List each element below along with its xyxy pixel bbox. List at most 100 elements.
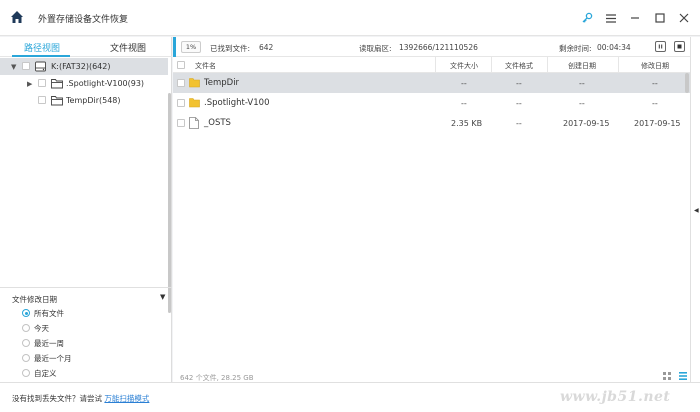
filter-option-month[interactable]: 最近一个月: [22, 352, 72, 364]
tree-checkbox[interactable]: [38, 79, 46, 87]
radio-label: 所有文件: [34, 308, 64, 318]
watermark: www.jb51.net: [560, 389, 671, 405]
radio-button[interactable]: [22, 339, 30, 347]
radio-button[interactable]: [22, 354, 30, 362]
table-scrollbar[interactable]: [685, 73, 689, 93]
table-row[interactable]: .Spotlight-V100 -- -- -- --: [173, 93, 690, 113]
remaining-label: 剩余时间:: [559, 44, 592, 53]
file-name: .Spotlight-V100: [204, 98, 270, 108]
grid-view-icon[interactable]: [663, 372, 671, 380]
table-row[interactable]: TempDir -- -- -- --: [173, 73, 690, 93]
row-checkbox[interactable]: [177, 99, 185, 107]
tab-path-view[interactable]: 路径视图: [24, 41, 60, 54]
remaining-value: 00:04:34: [597, 43, 631, 52]
modified-date: --: [652, 99, 658, 108]
close-icon: [679, 13, 689, 23]
tree-item-label: K:(FAT32)(642): [51, 62, 111, 71]
expand-arrow-icon[interactable]: ▶: [27, 80, 32, 88]
found-value: 642: [259, 43, 274, 52]
maximize-icon: [655, 13, 665, 23]
file-size: 2.35 KB: [451, 119, 483, 128]
pause-icon: [658, 44, 663, 49]
universal-scan-link[interactable]: 万能扫描模式: [104, 394, 149, 403]
minimize-icon: [631, 17, 639, 19]
found-label: 已找到文件:: [210, 44, 251, 53]
filter-option-all[interactable]: 所有文件: [22, 307, 64, 319]
chevron-down-icon[interactable]: ▼: [160, 293, 165, 301]
column-separator: [547, 57, 548, 73]
select-all-checkbox[interactable]: [177, 61, 185, 69]
left-scrollbar[interactable]: [168, 93, 171, 313]
pause-button[interactable]: [655, 41, 666, 52]
key-button[interactable]: [578, 9, 596, 27]
file-name: TempDir: [204, 78, 240, 88]
file-format: --: [516, 79, 522, 88]
progress-percent: 1%: [181, 41, 201, 53]
status-accent: [173, 37, 176, 57]
column-header-size[interactable]: 文件大小: [450, 61, 478, 71]
stop-button[interactable]: [674, 41, 685, 52]
hint-prefix: 没有找到丢失文件？请尝试: [12, 394, 102, 403]
tree-item-drive[interactable]: ▼ K:(FAT32)(642): [0, 58, 168, 75]
filter-title: 文件修改日期: [12, 295, 57, 304]
expand-left-icon[interactable]: ◀: [694, 207, 699, 214]
filter-option-custom[interactable]: 自定义: [22, 367, 57, 379]
table-header: 文件名 文件大小 文件格式 创建日期 修改日期: [173, 57, 690, 73]
column-separator: [491, 57, 492, 73]
sector-value: 1392666/121110526: [399, 43, 478, 52]
row-checkbox[interactable]: [177, 79, 185, 87]
app-title: 外置存储设备文件恢复: [38, 15, 129, 25]
modified-date: 2017-09-15: [634, 119, 681, 128]
tree-item-label: .Spotlight-V100(93): [66, 79, 145, 88]
radio-button[interactable]: [22, 324, 30, 332]
title-bar: 外置存储设备文件恢复: [0, 0, 700, 36]
main-panel: 1% 已找到文件: 642 读取扇区: 1392666/121110526 剩余…: [173, 37, 690, 382]
file-icon: [189, 117, 199, 129]
radio-label: 最近一个月: [34, 353, 72, 363]
file-name: _OSTS: [204, 118, 231, 128]
tab-file-view[interactable]: 文件视图: [110, 41, 146, 54]
row-checkbox[interactable]: [177, 119, 185, 127]
stop-icon: [677, 44, 682, 49]
menu-button[interactable]: [602, 9, 620, 27]
table-row[interactable]: _OSTS 2.35 KB -- 2017-09-15 2017-09-15: [173, 113, 690, 133]
maximize-button[interactable]: [651, 9, 669, 27]
folder-icon: [189, 98, 200, 108]
folder-outline-icon: [51, 79, 63, 89]
date-filter-panel: 文件修改日期 ▼ 所有文件 今天 最近一周 最近一个月 自定义: [0, 287, 172, 382]
scan-status-bar: 1% 已找到文件: 642 读取扇区: 1392666/121110526 剩余…: [173, 37, 690, 57]
radio-button[interactable]: [22, 369, 30, 377]
filter-option-today[interactable]: 今天: [22, 322, 49, 334]
radio-label: 最近一周: [34, 338, 64, 348]
modified-date: --: [652, 79, 658, 88]
folder-icon: [189, 78, 200, 88]
close-button[interactable]: [675, 9, 693, 27]
menu-icon: [606, 13, 616, 23]
column-header-created[interactable]: 创建日期: [568, 61, 596, 71]
bottom-bar: 没有找到丢失文件？请尝试 万能扫描模式 www.jb51.net: [0, 382, 700, 412]
active-tab-indicator: [12, 55, 70, 57]
preview-collapse-strip: ◀: [690, 37, 700, 382]
key-icon: [582, 12, 593, 23]
list-view-icon[interactable]: [679, 372, 687, 380]
column-header-format[interactable]: 文件格式: [505, 61, 533, 71]
tree-checkbox[interactable]: [22, 62, 30, 70]
file-size: --: [461, 99, 467, 108]
left-panel: 路径视图 文件视图 ▼ K:(FAT32)(642) ▶ .Spotlight-…: [0, 37, 172, 382]
filter-option-week[interactable]: 最近一周: [22, 337, 64, 349]
view-tabs: 路径视图 文件视图: [0, 37, 172, 57]
tree-item-spotlight[interactable]: ▶ .Spotlight-V100(93): [0, 75, 168, 92]
column-header-name[interactable]: 文件名: [195, 61, 216, 71]
tree-checkbox[interactable]: [38, 96, 46, 104]
home-icon[interactable]: [10, 10, 24, 24]
tree-item-label: TempDir(548): [66, 96, 121, 105]
minimize-button[interactable]: [626, 9, 644, 27]
file-size: --: [461, 79, 467, 88]
sector-label: 读取扇区:: [359, 44, 392, 53]
column-separator: [435, 57, 436, 73]
collapse-arrow-icon[interactable]: ▼: [11, 63, 16, 71]
column-header-modified[interactable]: 修改日期: [641, 61, 669, 71]
tree-item-tempdir[interactable]: TempDir(548): [0, 92, 168, 109]
radio-button[interactable]: [22, 309, 30, 317]
radio-label: 今天: [34, 323, 49, 333]
